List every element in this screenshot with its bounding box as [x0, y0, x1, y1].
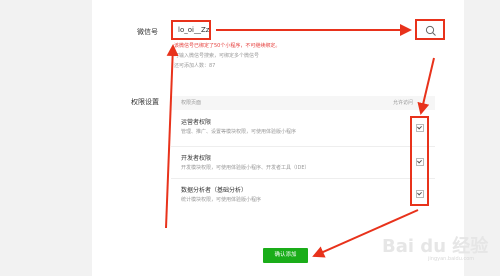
arrow-to-input [165, 44, 179, 229]
baidu-watermark-url: jingyan.baidu.com [428, 256, 475, 262]
baidu-watermark: Bai du 经验 [382, 236, 489, 257]
arrow-to-checkboxes [417, 57, 435, 115]
